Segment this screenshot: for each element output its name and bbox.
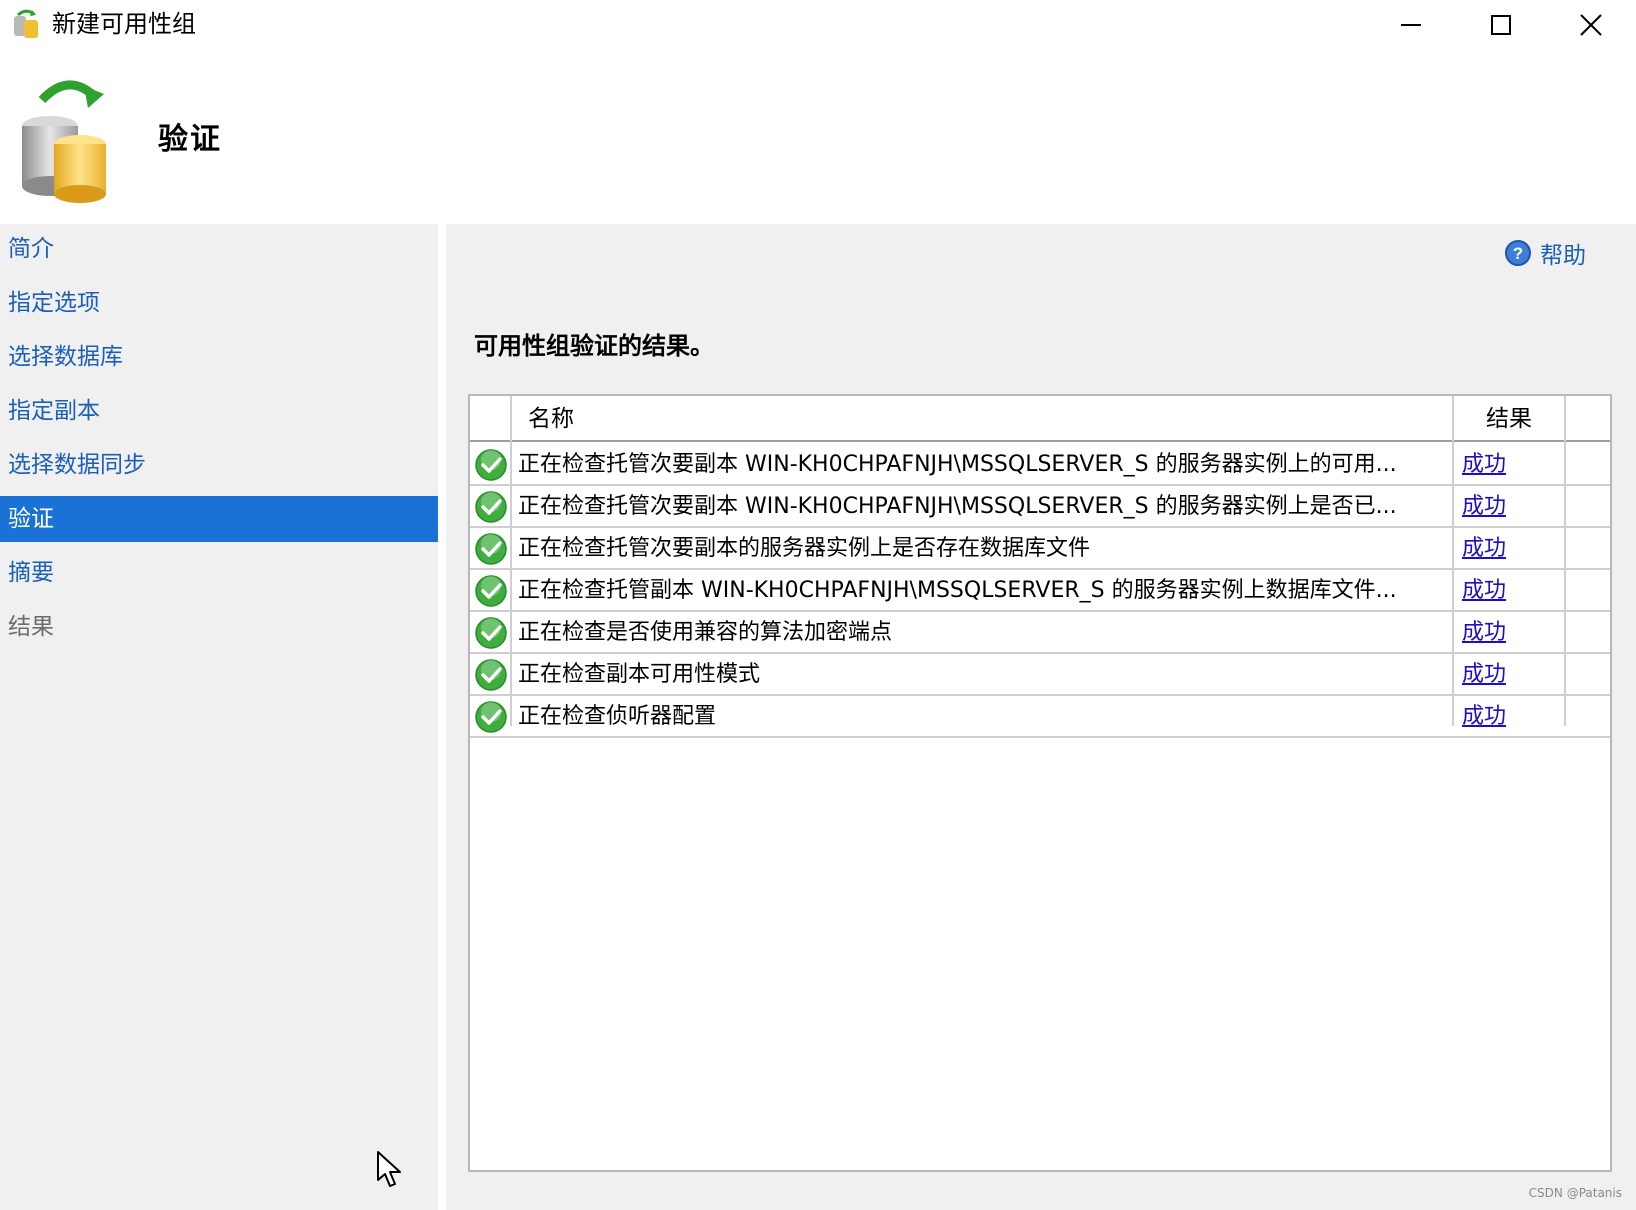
page-heading: 验证: [158, 122, 222, 157]
nav-item-validation[interactable]: 验证: [0, 496, 438, 542]
table-row[interactable]: 正在检查托管副本 WIN-KH0CHPAFNJH\MSSQLSERVER_S 的…: [470, 570, 1610, 612]
database-sync-icon: [22, 80, 106, 203]
header-divider: [1564, 396, 1566, 442]
row-name: 正在检查托管副本 WIN-KH0CHPAFNJH\MSSQLSERVER_S 的…: [518, 578, 1397, 603]
table-row[interactable]: 正在检查托管次要副本 WIN-KH0CHPAFNJH\MSSQLSERVER_S…: [470, 486, 1610, 528]
panel-splitter[interactable]: [438, 224, 446, 1210]
wizard-header: 验证: [0, 52, 1636, 224]
close-button[interactable]: [1546, 0, 1636, 50]
row-result-link[interactable]: 成功: [1462, 612, 1506, 654]
validation-results-grid: 名称 结果 正在检查托管次要副本 WIN-KH0CHPAFNJH\MSSQLSE…: [468, 394, 1612, 1172]
help-label: 帮助: [1540, 243, 1586, 269]
window-title: 新建可用性组: [52, 10, 196, 38]
row-name: 正在检查托管次要副本 WIN-KH0CHPAFNJH\MSSQLSERVER_S…: [518, 494, 1397, 519]
watermark: CSDN @Patanis: [1528, 1186, 1622, 1200]
maximize-button[interactable]: [1456, 0, 1546, 50]
table-row[interactable]: 正在检查是否使用兼容的算法加密端点 成功: [470, 612, 1610, 654]
nav-item-data-sync[interactable]: 选择数据同步: [0, 442, 438, 488]
success-icon: [475, 659, 507, 691]
header-divider: [1452, 396, 1454, 442]
wizard-nav: 简介 指定选项 选择数据库 指定副本 选择数据同步 验证 摘要 结果: [0, 224, 438, 1210]
success-icon: [475, 701, 507, 733]
table-row[interactable]: 正在检查侦听器配置 成功: [470, 696, 1610, 738]
row-name: 正在检查托管次要副本的服务器实例上是否存在数据库文件: [518, 536, 1091, 561]
row-result-link[interactable]: 成功: [1462, 486, 1506, 528]
row-name: 正在检查是否使用兼容的算法加密端点: [518, 620, 893, 645]
app-database-icon: [14, 9, 38, 38]
help-link[interactable]: ? 帮助: [1504, 236, 1586, 270]
section-title: 可用性组验证的结果。: [474, 332, 714, 360]
column-header-name[interactable]: 名称: [528, 396, 574, 442]
success-icon: [475, 491, 507, 523]
nav-item-select-databases[interactable]: 选择数据库: [0, 334, 438, 380]
nav-item-summary[interactable]: 摘要: [0, 550, 438, 596]
table-row[interactable]: 正在检查副本可用性模式 成功: [470, 654, 1610, 696]
mouse-pointer-icon: [377, 1151, 401, 1187]
nav-item-intro[interactable]: 简介: [0, 226, 438, 272]
column-header-result[interactable]: 结果: [1486, 396, 1532, 442]
grid-header: 名称 结果: [470, 396, 1610, 442]
table-row[interactable]: 正在检查托管次要副本 WIN-KH0CHPAFNJH\MSSQLSERVER_S…: [470, 444, 1610, 486]
success-icon: [475, 617, 507, 649]
row-name: 正在检查副本可用性模式: [518, 662, 761, 687]
title-bar: 新建可用性组: [0, 0, 1636, 52]
minimize-icon: [1401, 24, 1421, 26]
row-name: 正在检查托管次要副本 WIN-KH0CHPAFNJH\MSSQLSERVER_S…: [518, 452, 1397, 477]
nav-item-results: 结果: [8, 614, 54, 640]
row-result-link[interactable]: 成功: [1462, 528, 1506, 570]
svg-text:?: ?: [1513, 244, 1523, 263]
row-result-link[interactable]: 成功: [1462, 654, 1506, 696]
row-result-link[interactable]: 成功: [1462, 570, 1506, 612]
nav-item-specify-replicas[interactable]: 指定副本: [0, 388, 438, 434]
success-icon: [475, 533, 507, 565]
help-icon: ?: [1505, 240, 1531, 266]
minimize-button[interactable]: [1366, 0, 1456, 50]
table-row[interactable]: 正在检查托管次要副本的服务器实例上是否存在数据库文件 成功: [470, 528, 1610, 570]
row-name: 正在检查侦听器配置: [518, 704, 717, 729]
header-divider: [510, 396, 512, 442]
close-icon: [1580, 14, 1602, 36]
success-icon: [475, 449, 507, 481]
maximize-icon: [1491, 15, 1511, 35]
main-panel: ? 帮助 可用性组验证的结果。 名称 结果 正在检查托管次要副本 WIN-KH0…: [446, 224, 1636, 1210]
row-result-link[interactable]: 成功: [1462, 444, 1506, 486]
row-result-link[interactable]: 成功: [1462, 696, 1506, 738]
nav-item-specify-options[interactable]: 指定选项: [0, 280, 438, 326]
success-icon: [475, 575, 507, 607]
